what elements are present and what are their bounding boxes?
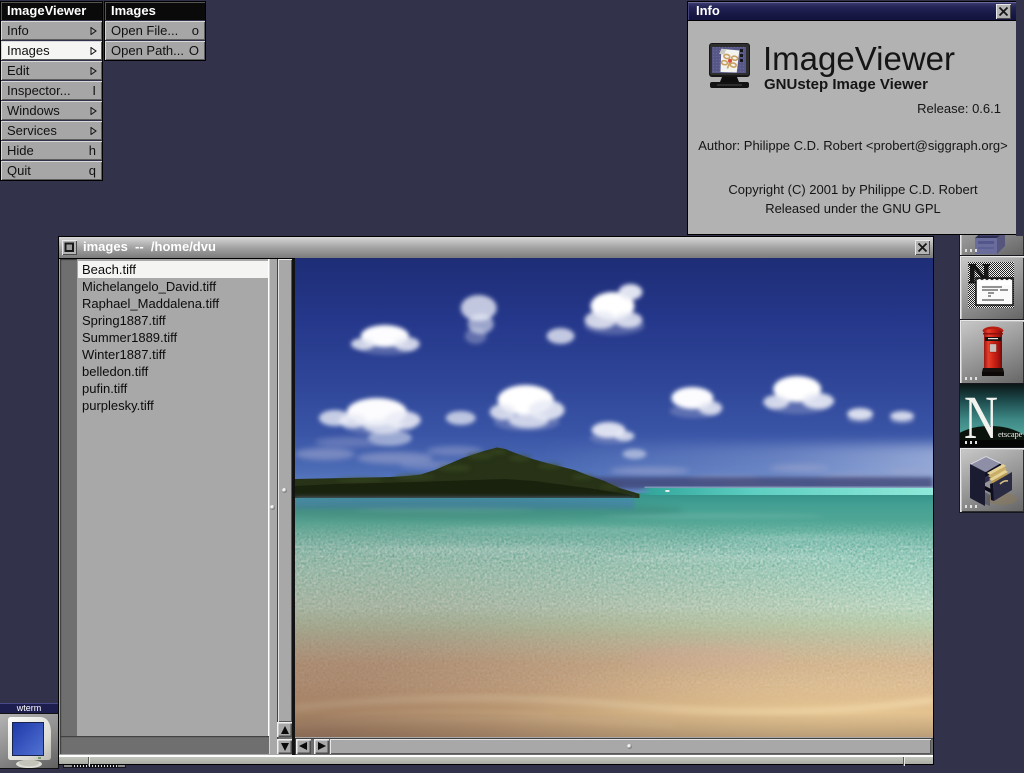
svg-text:N: N	[964, 385, 998, 448]
svg-text:etscape: etscape	[998, 429, 1023, 439]
